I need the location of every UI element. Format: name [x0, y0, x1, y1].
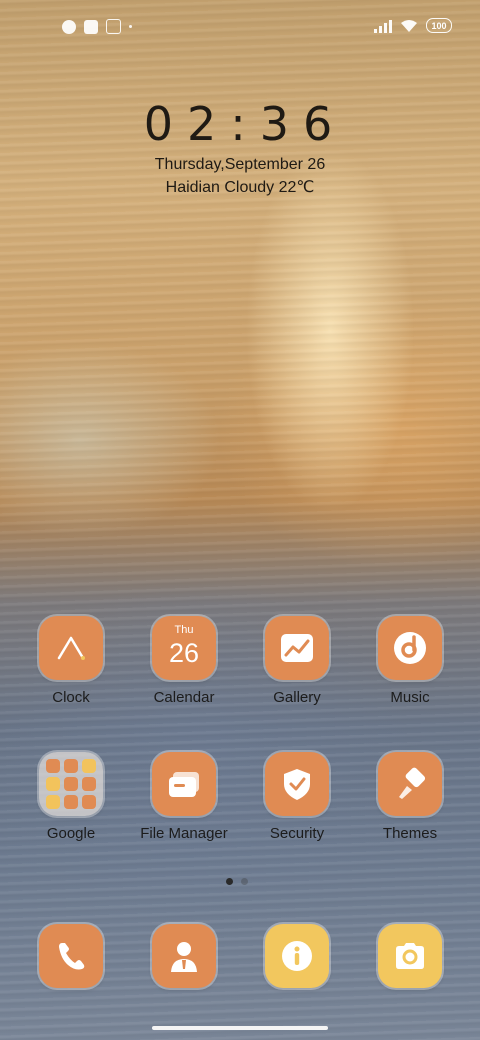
dot-icon	[129, 25, 132, 28]
app-label: File Manager	[140, 825, 228, 842]
dock-info[interactable]	[242, 924, 352, 988]
file-manager-icon	[152, 752, 216, 816]
app-label: Security	[269, 825, 325, 842]
wifi-icon	[401, 19, 417, 32]
notification-icons	[62, 19, 132, 34]
system-icons: 100	[374, 18, 452, 33]
clock-icon	[39, 616, 103, 680]
page-dot	[241, 878, 248, 885]
weather-text: Haidian Cloudy 22℃	[165, 179, 315, 196]
security-icon	[265, 752, 329, 816]
app-gallery[interactable]: Gallery	[242, 616, 352, 708]
clock-time: 02:36	[143, 97, 347, 151]
app-themes[interactable]: Themes	[355, 752, 465, 844]
date-text: Thursday,September 26	[154, 156, 326, 173]
contacts-icon	[152, 924, 216, 988]
app-label: Calendar	[153, 689, 215, 706]
box-icon	[106, 19, 121, 34]
calendar-icon: Thu 26	[152, 616, 216, 680]
info-icon	[265, 924, 329, 988]
dock-contacts[interactable]	[129, 924, 239, 988]
calendar-day: 26	[168, 638, 200, 668]
folder-icon	[39, 752, 103, 816]
calendar-weekday: Thu	[174, 624, 194, 636]
phone-icon	[39, 924, 103, 988]
app-calendar[interactable]: Thu 26 Calendar	[129, 616, 239, 708]
app-label: Gallery	[273, 689, 321, 706]
app-label: Themes	[382, 825, 438, 842]
app-clock[interactable]: Clock	[16, 616, 126, 708]
notification-icon	[84, 19, 98, 34]
page-dot-active	[226, 878, 233, 885]
home-indicator[interactable]	[152, 1026, 328, 1030]
notification-icon	[62, 19, 76, 34]
app-music[interactable]: Music	[355, 616, 465, 708]
signal-icon	[374, 19, 392, 33]
battery-level: 100	[431, 20, 447, 31]
gallery-icon	[265, 616, 329, 680]
music-icon	[378, 616, 442, 680]
dock-camera[interactable]	[355, 924, 465, 988]
app-file-manager[interactable]: File Manager	[129, 752, 239, 844]
app-label: Clock	[52, 689, 90, 706]
app-google-folder[interactable]: Google	[16, 752, 126, 844]
page-indicator[interactable]	[226, 878, 248, 885]
themes-icon	[378, 752, 442, 816]
app-label: Music	[390, 689, 430, 706]
dock-phone[interactable]	[16, 924, 126, 988]
clock-widget[interactable]: 02:36 Thursday,September 26 Haidian Clou…	[0, 96, 480, 200]
app-security[interactable]: Security	[242, 752, 352, 844]
camera-icon	[378, 924, 442, 988]
battery-icon: 100	[426, 18, 452, 33]
app-label: Google	[46, 825, 96, 842]
status-bar: 100	[0, 0, 480, 56]
